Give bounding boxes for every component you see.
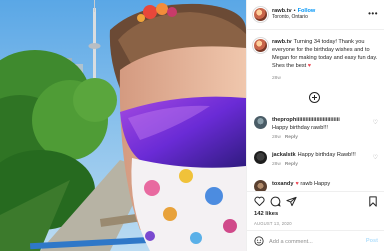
- heart-emoji-icon: ♥: [295, 181, 299, 187]
- comment-like-heart-icon[interactable]: ♡: [373, 119, 378, 126]
- commenter-avatar[interactable]: [254, 116, 267, 129]
- caption-body: rawb.tv Turning 34 today! Thank you every…: [272, 38, 380, 83]
- post-header: rawb.tv • Follow Toronto, Ontario •••: [247, 0, 384, 30]
- reply-button[interactable]: Reply: [285, 135, 298, 140]
- action-icons-row: [253, 195, 379, 209]
- post-caption: rawb.tv Turning 34 today! Thank you every…: [254, 38, 380, 83]
- comment-timestamp[interactable]: 28w: [272, 135, 281, 140]
- post-date[interactable]: AUGUST 13, 2020: [254, 221, 292, 226]
- post-location[interactable]: Toronto, Ontario: [272, 14, 315, 21]
- emoji-smiley-icon[interactable]: [254, 233, 264, 251]
- comment-like-heart-icon[interactable]: ♡: [373, 154, 378, 161]
- post-photo[interactable]: [0, 0, 246, 251]
- caption-username[interactable]: rawb.tv: [272, 39, 292, 45]
- post-author-info: rawb.tv • Follow Toronto, Ontario: [272, 8, 315, 20]
- comment-meta: 28w Reply: [272, 135, 370, 142]
- more-options-icon[interactable]: •••: [368, 10, 378, 18]
- comment-body: theprophiiiiiiiiiiiiiiiiiiiiiiiiiiii Hap…: [272, 116, 370, 142]
- post-details-panel: rawb.tv • Follow Toronto, Ontario ••• rawb…: [246, 0, 384, 251]
- comment-meta: 28w Reply: [272, 162, 370, 169]
- post-actions: 142 likes AUGUST 13, 2020 Post: [247, 191, 384, 251]
- comment-input[interactable]: [269, 238, 361, 245]
- share-icon[interactable]: [285, 195, 297, 207]
- bookmark-icon[interactable]: [367, 195, 379, 207]
- commenter-avatar[interactable]: [254, 151, 267, 164]
- commenter-username[interactable]: jackalstk: [272, 152, 296, 158]
- load-more-comments-icon[interactable]: [309, 92, 320, 103]
- post-comment-button[interactable]: Post: [366, 238, 378, 244]
- add-comment-bar: Post: [247, 230, 384, 251]
- like-heart-icon[interactable]: [253, 195, 265, 207]
- caption-avatar[interactable]: [254, 39, 267, 52]
- like-count[interactable]: 142 likes: [254, 211, 278, 217]
- commenter-username[interactable]: toxandy: [272, 181, 293, 187]
- comment-timestamp[interactable]: 28w: [272, 162, 281, 167]
- comment-item: jackalstk Happy birthday Rawb!!! 28w Reply…: [254, 151, 380, 169]
- comment-body: jackalstk Happy birthday Rawb!!! 28w Reply: [272, 151, 370, 169]
- comment-text: rawb Happy: [300, 181, 331, 187]
- heart-emoji-icon: ♥: [307, 63, 312, 70]
- comment-text: Happy birthday Rawb!!!: [297, 152, 356, 158]
- caption-timestamp[interactable]: 28w: [272, 76, 380, 83]
- selfie-photo-illustration: [0, 0, 246, 251]
- commenter-username[interactable]: theprophiiiiiiiiiiiiiiiiiiiiiiiiiiii: [272, 117, 340, 123]
- comment-bubble-icon[interactable]: [269, 195, 281, 207]
- comment-clip: toxandy ♥ rawb Happy: [247, 178, 384, 192]
- avatar[interactable]: [254, 8, 267, 21]
- reply-button[interactable]: Reply: [285, 162, 298, 167]
- comment-text: Happy birthday rawb!!!: [272, 125, 328, 132]
- comment-item: theprophiiiiiiiiiiiiiiiiiiiiiiiiiiii Hap…: [254, 116, 380, 142]
